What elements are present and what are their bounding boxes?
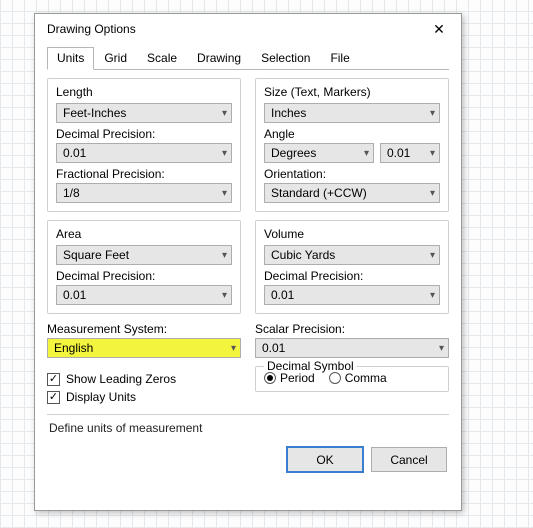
length-fractional-precision-label: Fractional Precision:	[56, 167, 232, 181]
ok-button[interactable]: OK	[287, 447, 363, 472]
drawing-options-dialog: Drawing Options ✕ Units Grid Scale Drawi…	[34, 13, 462, 511]
tab-scale[interactable]: Scale	[137, 47, 187, 70]
length-fractional-precision-value: 1/8	[63, 186, 80, 200]
angle-precision-select[interactable]: 0.01 ▾	[380, 143, 440, 163]
hint-text: Define units of measurement	[35, 419, 461, 441]
chevron-down-icon: ▾	[222, 250, 227, 261]
orientation-select[interactable]: Standard (+CCW) ▾	[264, 183, 440, 203]
tab-units[interactable]: Units	[47, 47, 94, 70]
display-units-row[interactable]: ✓ Display Units	[47, 390, 241, 404]
angle-label: Angle	[264, 127, 440, 141]
chevron-down-icon: ▾	[430, 290, 435, 301]
measurement-system-value: English	[54, 341, 93, 355]
close-icon: ✕	[433, 22, 445, 36]
display-units-label: Display Units	[66, 390, 136, 404]
divider	[47, 414, 449, 415]
show-leading-zeros-checkbox[interactable]: ✓	[47, 373, 60, 386]
tab-grid[interactable]: Grid	[94, 47, 137, 70]
area-decimal-precision-select[interactable]: 0.01 ▾	[56, 285, 232, 305]
show-leading-zeros-label: Show Leading Zeros	[66, 372, 176, 386]
length-decimal-precision-value: 0.01	[63, 146, 86, 160]
measurement-system-label: Measurement System:	[47, 322, 241, 336]
tab-selection[interactable]: Selection	[251, 47, 320, 70]
decimal-symbol-group: Decimal Symbol Period Comma	[255, 366, 449, 392]
radio-period-label: Period	[280, 371, 315, 385]
measurement-system-select[interactable]: English ▾	[47, 338, 241, 358]
chevron-down-icon: ▾	[430, 188, 435, 199]
angle-unit-value: Degrees	[271, 146, 316, 160]
button-bar: OK Cancel	[35, 441, 461, 482]
area-unit-select[interactable]: Square Feet ▾	[56, 245, 232, 265]
volume-title: Volume	[264, 227, 440, 241]
length-title: Length	[56, 85, 232, 99]
tab-file[interactable]: File	[320, 47, 359, 70]
scalar-precision-value: 0.01	[262, 341, 285, 355]
length-decimal-precision-select[interactable]: 0.01 ▾	[56, 143, 232, 163]
decimal-symbol-period-option[interactable]: Period	[264, 371, 315, 385]
volume-decimal-precision-label: Decimal Precision:	[264, 269, 440, 283]
scalar-precision-label: Scalar Precision:	[255, 322, 449, 336]
length-unit-select[interactable]: Feet-Inches ▾	[56, 103, 232, 123]
length-decimal-precision-label: Decimal Precision:	[56, 127, 232, 141]
area-title: Area	[56, 227, 232, 241]
checkmark-icon: ✓	[49, 374, 58, 385]
checkmark-icon: ✓	[49, 392, 58, 403]
tab-body-units: Length Feet-Inches ▾ Decimal Precision: …	[35, 70, 461, 408]
close-button[interactable]: ✕	[427, 20, 451, 38]
tab-strip: Units Grid Scale Drawing Selection File	[47, 46, 449, 70]
size-unit-value: Inches	[271, 106, 306, 120]
show-leading-zeros-row[interactable]: ✓ Show Leading Zeros	[47, 372, 241, 386]
orientation-label: Orientation:	[264, 167, 440, 181]
area-decimal-precision-label: Decimal Precision:	[56, 269, 232, 283]
cancel-button[interactable]: Cancel	[371, 447, 447, 472]
orientation-value: Standard (+CCW)	[271, 186, 367, 200]
chevron-down-icon: ▾	[439, 343, 444, 354]
volume-decimal-precision-select[interactable]: 0.01 ▾	[264, 285, 440, 305]
scalar-precision-select[interactable]: 0.01 ▾	[255, 338, 449, 358]
volume-unit-value: Cubic Yards	[271, 248, 335, 262]
left-column: Length Feet-Inches ▾ Decimal Precision: …	[47, 78, 241, 404]
chevron-down-icon: ▾	[222, 148, 227, 159]
area-decimal-precision-value: 0.01	[63, 288, 86, 302]
decimal-symbol-comma-option[interactable]: Comma	[329, 371, 387, 385]
angle-unit-select[interactable]: Degrees ▾	[264, 143, 374, 163]
area-group: Area Square Feet ▾ Decimal Precision: 0.…	[47, 220, 241, 314]
decimal-symbol-legend: Decimal Symbol	[264, 359, 357, 373]
chevron-down-icon: ▾	[430, 148, 435, 159]
radio-period[interactable]	[264, 372, 276, 384]
area-unit-value: Square Feet	[63, 248, 129, 262]
length-fractional-precision-select[interactable]: 1/8 ▾	[56, 183, 232, 203]
chevron-down-icon: ▾	[222, 290, 227, 301]
titlebar: Drawing Options ✕	[35, 14, 461, 44]
volume-group: Volume Cubic Yards ▾ Decimal Precision: …	[255, 220, 449, 314]
angle-precision-value: 0.01	[387, 146, 410, 160]
chevron-down-icon: ▾	[364, 148, 369, 159]
chevron-down-icon: ▾	[430, 108, 435, 119]
chevron-down-icon: ▾	[222, 108, 227, 119]
tab-drawing[interactable]: Drawing	[187, 47, 251, 70]
size-group: Size (Text, Markers) Inches ▾ Angle Degr…	[255, 78, 449, 212]
volume-unit-select[interactable]: Cubic Yards ▾	[264, 245, 440, 265]
volume-decimal-precision-value: 0.01	[271, 288, 294, 302]
chevron-down-icon: ▾	[231, 343, 236, 354]
length-group: Length Feet-Inches ▾ Decimal Precision: …	[47, 78, 241, 212]
size-unit-select[interactable]: Inches ▾	[264, 103, 440, 123]
window-title: Drawing Options	[47, 22, 136, 36]
chevron-down-icon: ▾	[430, 250, 435, 261]
display-units-checkbox[interactable]: ✓	[47, 391, 60, 404]
radio-comma[interactable]	[329, 372, 341, 384]
right-column: Size (Text, Markers) Inches ▾ Angle Degr…	[255, 78, 449, 404]
chevron-down-icon: ▾	[222, 188, 227, 199]
size-title: Size (Text, Markers)	[264, 85, 440, 99]
radio-comma-label: Comma	[345, 371, 387, 385]
length-unit-value: Feet-Inches	[63, 106, 126, 120]
